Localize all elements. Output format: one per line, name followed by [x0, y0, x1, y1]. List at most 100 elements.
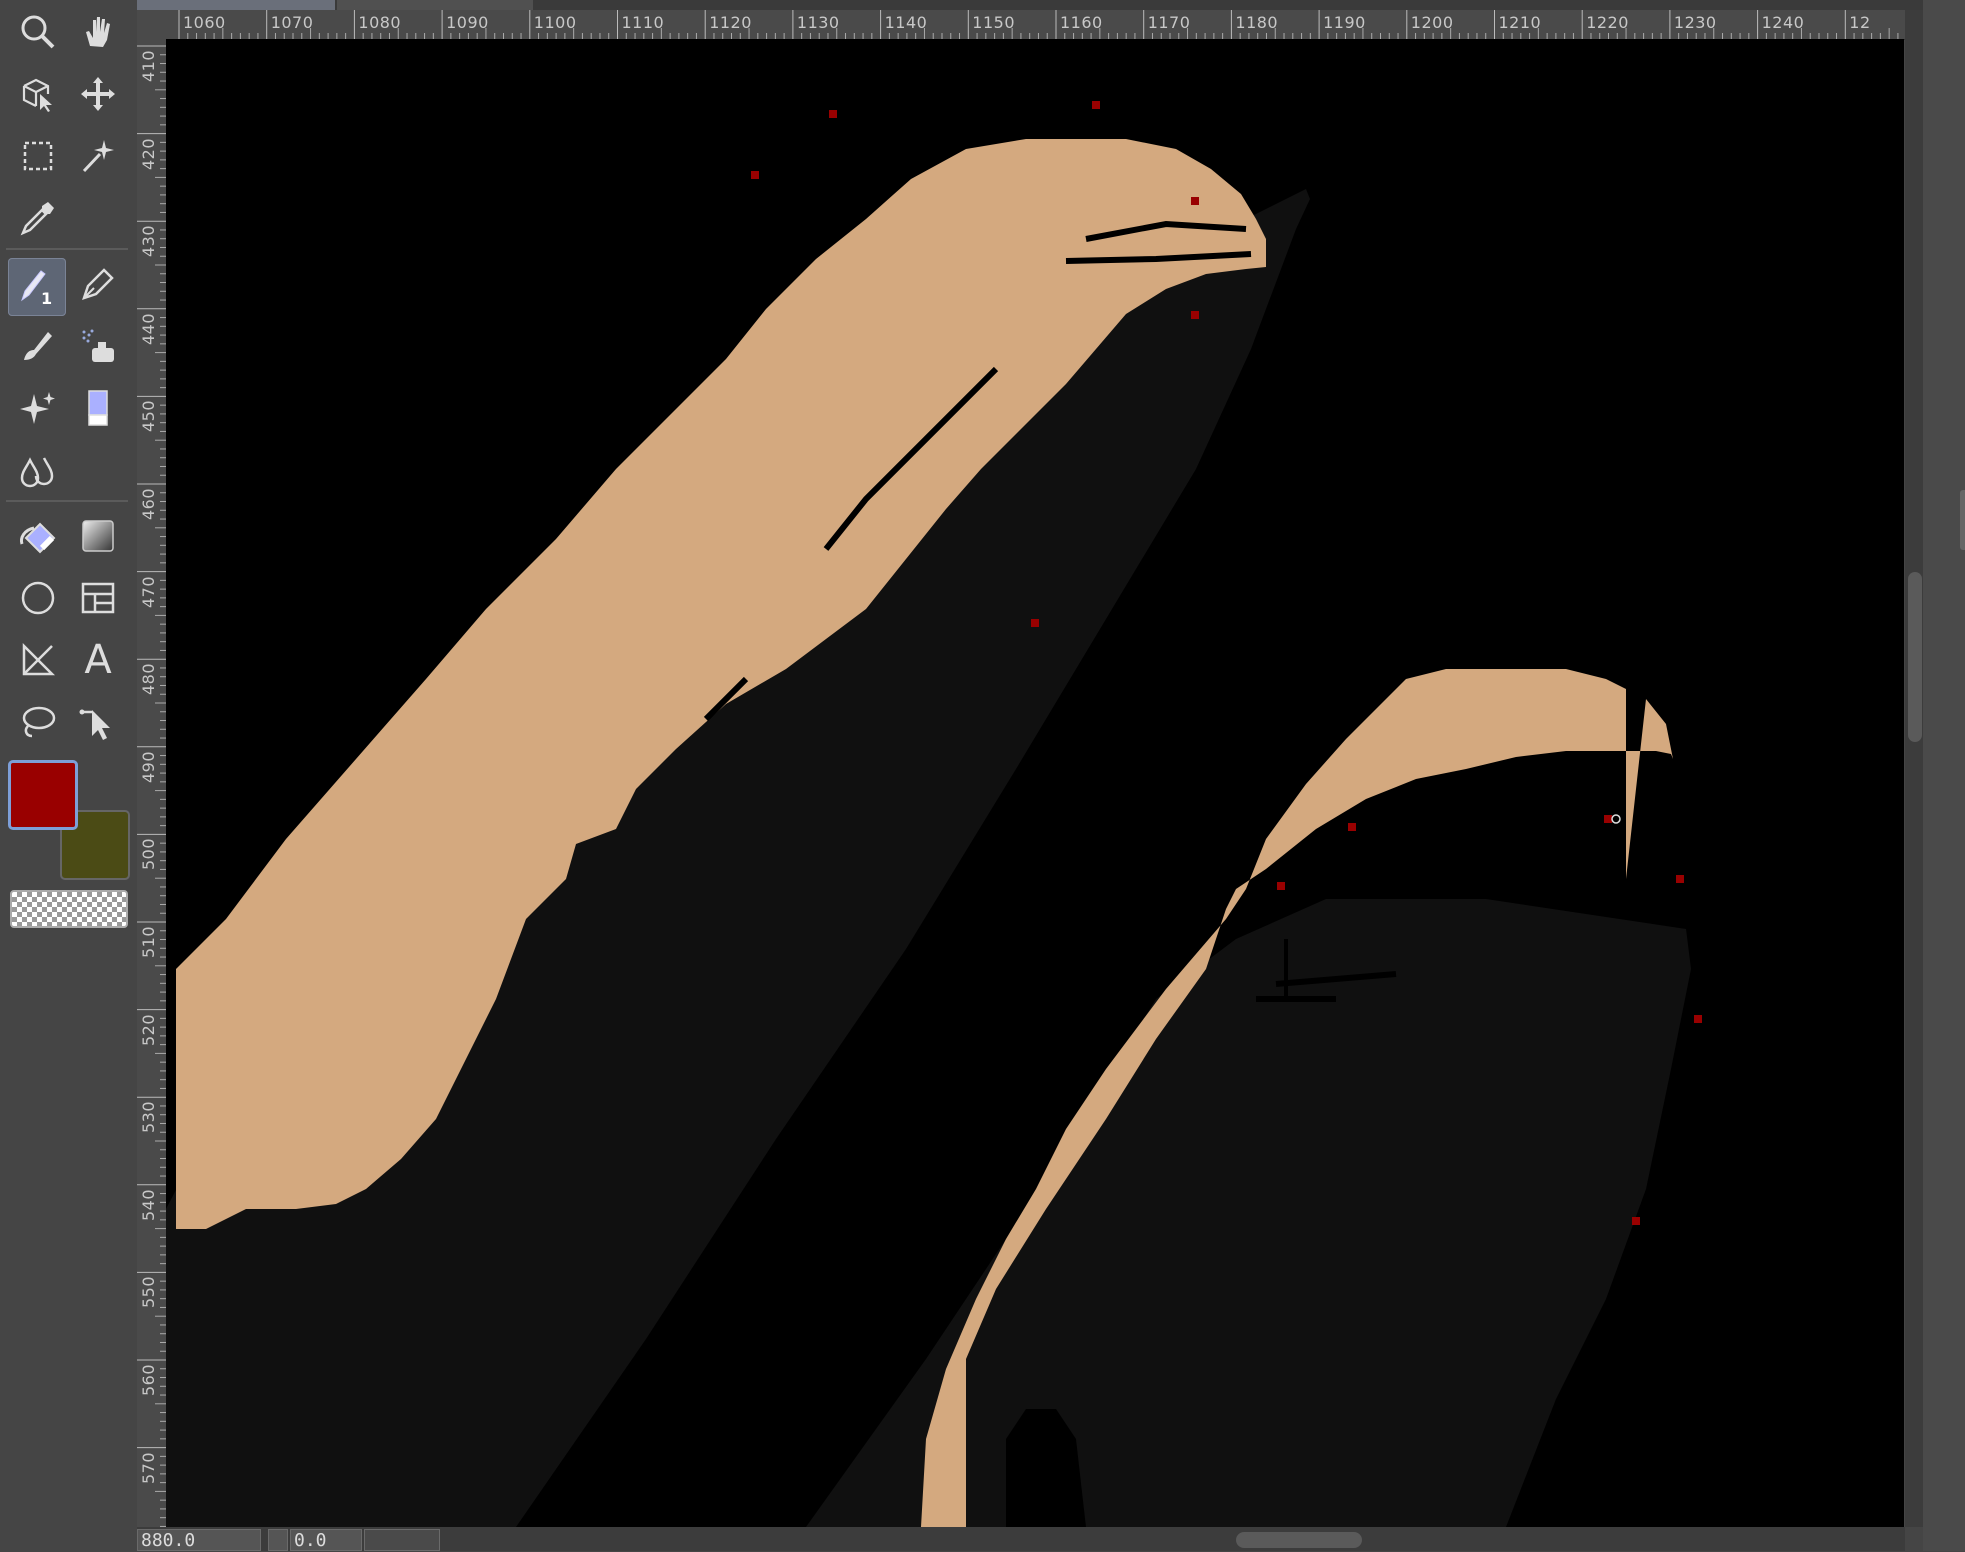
image-canvas[interactable] — [166, 39, 1904, 1527]
ruler-label: 1130 — [796, 13, 840, 32]
ellipse-tool-button[interactable] — [12, 572, 64, 624]
ruler-ticks — [178, 10, 1899, 39]
vertical-scrollbar-thumb[interactable] — [1908, 572, 1922, 742]
ruler-label: 430 — [139, 225, 158, 258]
heal-tool-button[interactable] — [12, 382, 64, 434]
ruler-label: 450 — [139, 400, 158, 433]
ruler-label: 1170 — [1147, 13, 1191, 32]
ruler-label: 12 — [1849, 13, 1871, 32]
image-tab-active[interactable] — [137, 0, 335, 10]
ruler-label: 560 — [139, 1363, 158, 1396]
path-cursor-icon — [79, 709, 110, 740]
gradient-tool-button[interactable] — [72, 510, 124, 562]
pencil-tool-button[interactable]: 1 — [8, 258, 66, 316]
ruler-label: 1220 — [1586, 13, 1629, 32]
brush-cursor — [1611, 814, 1621, 824]
drops-icon — [20, 457, 54, 488]
toolbox: 1 A — [0, 0, 137, 1551]
move-arrows-icon — [81, 77, 115, 111]
ruler-label: 480 — [139, 663, 158, 696]
color-picker-tool-button[interactable] — [12, 192, 64, 244]
path-anchor — [829, 110, 837, 118]
image-tab-strip — [137, 0, 1965, 10]
path-anchor — [1277, 882, 1285, 890]
ruler-label: 550 — [139, 1276, 158, 1309]
hand-icon — [86, 17, 110, 47]
ruler-label: 410 — [139, 49, 158, 82]
ruler-label: 1180 — [1235, 13, 1279, 32]
pencil-size-badge: 1 — [41, 289, 52, 307]
ruler-label: 1160 — [1060, 13, 1103, 32]
paintbrush-tool-button[interactable] — [12, 320, 64, 372]
ruler-label: 530 — [139, 1101, 158, 1134]
triangle-ruler-icon — [22, 642, 56, 676]
status-spacer — [268, 1529, 288, 1551]
lasso-icon — [22, 706, 56, 738]
ruler-label: 1150 — [972, 13, 1016, 32]
pan-tool-button[interactable] — [72, 6, 124, 58]
path-anchor — [1348, 823, 1356, 831]
fuzzy-select-tool-button[interactable] — [72, 130, 124, 182]
status-unit-menu[interactable] — [364, 1529, 440, 1551]
ruler-label: 1230 — [1673, 13, 1717, 32]
bucket-fill-tool-button[interactable] — [12, 510, 64, 562]
ink-tool-button[interactable] — [72, 258, 124, 310]
ruler-label: 1190 — [1323, 13, 1366, 32]
zoom-tool-button[interactable] — [12, 6, 64, 58]
toolbox-separator — [6, 248, 128, 250]
transform-tool-button[interactable] — [12, 68, 64, 120]
ruler-label: 460 — [139, 487, 158, 520]
path-anchor — [1191, 311, 1199, 319]
perspective-tool-button[interactable] — [12, 634, 64, 686]
gradient-icon — [82, 520, 114, 552]
bucket-icon — [20, 522, 56, 554]
move-tool-button[interactable] — [72, 68, 124, 120]
dock-panel-handle[interactable] — [1960, 490, 1965, 550]
foreground-color-swatch[interactable] — [8, 760, 78, 830]
dock-panel-edge — [1923, 0, 1965, 1551]
text-tool-button[interactable]: A — [72, 634, 124, 686]
pencil-icon: 1 — [21, 270, 52, 307]
eraser-icon — [88, 390, 108, 426]
layout-icon — [81, 582, 115, 614]
ruler-label: 420 — [139, 137, 158, 170]
ruler-label: 1240 — [1761, 13, 1805, 32]
eyedropper-icon — [20, 202, 54, 236]
vertical-ruler[interactable]: 410 420 430 440 450 460 470 480 490 500 510 520 530 5… — [137, 39, 167, 1527]
path-anchor — [1031, 619, 1039, 627]
layout-tool-button[interactable] — [72, 572, 124, 624]
path-tool-button[interactable] — [72, 696, 124, 748]
circle-icon — [21, 581, 55, 615]
path-anchor — [1676, 875, 1684, 883]
pointer-y-field[interactable]: 0.0 — [290, 1529, 362, 1551]
cube-cursor-icon — [22, 78, 52, 112]
sparkle-icon — [20, 392, 55, 424]
ruler-label: 1060 — [183, 13, 226, 32]
airbrush-tool-button[interactable] — [72, 320, 124, 372]
ruler-label: 570 — [139, 1451, 158, 1484]
image-tab[interactable] — [337, 0, 533, 10]
ruler-label: 520 — [139, 1013, 158, 1046]
pen-nib-icon — [82, 268, 114, 300]
path-anchor — [1694, 1015, 1702, 1023]
smudge-tool-button[interactable] — [12, 444, 64, 496]
ruler-label: 490 — [139, 750, 158, 783]
pattern-preview[interactable] — [10, 890, 128, 928]
ruler-label: 470 — [139, 575, 158, 608]
dashed-rectangle-icon — [23, 141, 53, 171]
path-anchor — [1604, 815, 1612, 823]
canvas-drawing — [166, 101, 1702, 1527]
ruler-label: 510 — [139, 925, 158, 958]
eraser-tool-button[interactable] — [72, 382, 124, 434]
magnifier-icon — [21, 15, 55, 49]
path-anchor — [1191, 197, 1199, 205]
text-icon: A — [84, 637, 112, 683]
horizontal-ruler[interactable]: 1060 1070 1080 1090 1100 1110 1120 1130 1140 1150… — [137, 10, 1905, 40]
ruler-label: 1140 — [884, 13, 928, 32]
pointer-x-field[interactable]: 880.0 — [137, 1529, 261, 1551]
rect-select-tool-button[interactable] — [12, 130, 64, 182]
horizontal-scrollbar-thumb[interactable] — [1236, 1532, 1362, 1548]
lasso-tool-button[interactable] — [12, 696, 64, 748]
ruler-label: 1210 — [1498, 13, 1542, 32]
vertical-scrollbar[interactable] — [1905, 10, 1923, 1527]
